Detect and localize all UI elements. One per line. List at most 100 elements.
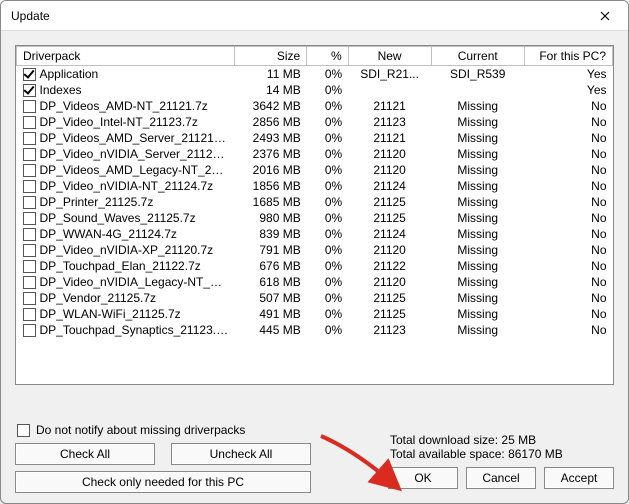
row-name: DP_Touchpad_Elan_21122.7z	[40, 259, 201, 273]
table-row[interactable]: DP_Video_nVIDIA_Legacy-NT_211...618 MB0%…	[17, 274, 613, 290]
row-checkbox[interactable]	[23, 260, 36, 273]
table-row[interactable]: DP_Touchpad_Synaptics_21123.7z445 MB0%21…	[17, 322, 613, 338]
row-current: SDI_R539	[431, 66, 524, 83]
row-checkbox[interactable]	[23, 132, 36, 145]
col-header-current[interactable]: Current	[431, 47, 524, 66]
info-text: Total download size: 25 MB Total availab…	[390, 433, 614, 461]
table-row[interactable]: Indexes14 MB0%Yes	[17, 82, 613, 98]
row-percent: 0%	[307, 322, 348, 338]
row-forpc: No	[524, 130, 612, 146]
row-size: 2493 MB	[234, 130, 307, 146]
row-checkbox[interactable]	[23, 148, 36, 161]
row-forpc: Yes	[524, 82, 612, 98]
row-size: 1856 MB	[234, 178, 307, 194]
row-name: DP_Printer_21125.7z	[40, 195, 154, 209]
row-current: Missing	[431, 274, 524, 290]
col-header-percent[interactable]: %	[307, 47, 348, 66]
row-checkbox[interactable]	[23, 308, 36, 321]
row-name: DP_WWAN-4G_21124.7z	[40, 227, 177, 241]
table-row[interactable]: DP_Video_nVIDIA_Server_21120.7z2376 MB0%…	[17, 146, 613, 162]
row-name: DP_Video_nVIDIA-NT_21124.7z	[40, 179, 214, 193]
update-dialog: Update Driverpack Size % New Current For…	[0, 0, 629, 504]
row-forpc: No	[524, 210, 612, 226]
row-forpc: No	[524, 322, 612, 338]
table-row[interactable]: Application11 MB0%SDI_R21...SDI_R539Yes	[17, 66, 613, 83]
row-checkbox[interactable]	[23, 116, 36, 129]
table-row[interactable]: DP_Videos_AMD-NT_21121.7z3642 MB0%21121M…	[17, 98, 613, 114]
row-new: 21124	[348, 226, 431, 242]
table-row[interactable]: DP_WWAN-4G_21124.7z839 MB0%21124MissingN…	[17, 226, 613, 242]
notify-checkbox[interactable]	[17, 424, 30, 437]
table-row[interactable]: DP_Vendor_21125.7z507 MB0%21125MissingNo	[17, 290, 613, 306]
row-new: 21123	[348, 322, 431, 338]
row-name: DP_Video_nVIDIA_Legacy-NT_211...	[40, 275, 235, 289]
col-header-forpc[interactable]: For this PC?	[524, 47, 612, 66]
row-forpc: No	[524, 162, 612, 178]
row-percent: 0%	[307, 98, 348, 114]
col-header-driverpack[interactable]: Driverpack	[17, 47, 235, 66]
row-forpc: No	[524, 114, 612, 130]
check-only-pc-button[interactable]: Check only needed for this PC	[15, 471, 311, 493]
row-current: Missing	[431, 306, 524, 322]
row-checkbox[interactable]	[23, 212, 36, 225]
uncheck-all-button[interactable]: Uncheck All	[171, 443, 311, 465]
col-header-new[interactable]: New	[348, 47, 431, 66]
table-row[interactable]: DP_WLAN-WiFi_21125.7z491 MB0%21125Missin…	[17, 306, 613, 322]
row-current: Missing	[431, 178, 524, 194]
row-checkbox[interactable]	[23, 180, 36, 193]
row-checkbox[interactable]	[23, 244, 36, 257]
close-button[interactable]	[582, 1, 628, 31]
row-size: 491 MB	[234, 306, 307, 322]
row-checkbox[interactable]	[23, 84, 36, 97]
row-checkbox[interactable]	[23, 276, 36, 289]
check-all-button[interactable]: Check All	[15, 443, 155, 465]
row-forpc: No	[524, 178, 612, 194]
row-checkbox[interactable]	[23, 228, 36, 241]
row-current: Missing	[431, 226, 524, 242]
row-name: DP_Sound_Waves_21125.7z	[40, 211, 196, 225]
table-row[interactable]: DP_Video_nVIDIA-XP_21120.7z791 MB0%21120…	[17, 242, 613, 258]
window-title: Update	[11, 9, 50, 23]
row-name: DP_Touchpad_Synaptics_21123.7z	[40, 323, 229, 337]
accept-button[interactable]: Accept	[544, 467, 614, 489]
row-percent: 0%	[307, 162, 348, 178]
table-row[interactable]: DP_Videos_AMD_Server_21121.7z2493 MB0%21…	[17, 130, 613, 146]
row-checkbox[interactable]	[23, 68, 36, 81]
row-forpc: Yes	[524, 66, 612, 83]
row-checkbox[interactable]	[23, 164, 36, 177]
row-name: Indexes	[40, 83, 82, 97]
row-percent: 0%	[307, 114, 348, 130]
table-row[interactable]: DP_Touchpad_Elan_21122.7z676 MB0%21122Mi…	[17, 258, 613, 274]
row-checkbox[interactable]	[23, 292, 36, 305]
row-name: DP_WLAN-WiFi_21125.7z	[40, 307, 181, 321]
cancel-button[interactable]: Cancel	[466, 467, 536, 489]
driverpack-table: Driverpack Size % New Current For this P…	[16, 46, 613, 338]
row-name: Application	[40, 67, 99, 81]
table-row[interactable]: DP_Sound_Waves_21125.7z980 MB0%21125Miss…	[17, 210, 613, 226]
row-new: 21125	[348, 290, 431, 306]
row-current: Missing	[431, 322, 524, 338]
col-header-size[interactable]: Size	[234, 47, 307, 66]
row-new: 21120	[348, 274, 431, 290]
download-size-label: Total download size: 25 MB	[390, 433, 614, 447]
row-size: 676 MB	[234, 258, 307, 274]
row-checkbox[interactable]	[23, 324, 36, 337]
table-row[interactable]: DP_Video_Intel-NT_21123.7z2856 MB0%21123…	[17, 114, 613, 130]
row-name: DP_Video_Intel-NT_21123.7z	[40, 115, 198, 129]
row-percent: 0%	[307, 82, 348, 98]
row-size: 1685 MB	[234, 194, 307, 210]
row-percent: 0%	[307, 290, 348, 306]
row-current	[431, 82, 524, 98]
table-row[interactable]: DP_Printer_21125.7z1685 MB0%21125Missing…	[17, 194, 613, 210]
ok-button[interactable]: OK	[388, 467, 458, 489]
driverpack-table-wrap[interactable]: Driverpack Size % New Current For this P…	[15, 45, 614, 385]
row-checkbox[interactable]	[23, 196, 36, 209]
row-forpc: No	[524, 290, 612, 306]
footer-area: Do not notify about missing driverpacks …	[15, 419, 614, 489]
row-checkbox[interactable]	[23, 100, 36, 113]
table-row[interactable]: DP_Video_nVIDIA-NT_21124.7z1856 MB0%2112…	[17, 178, 613, 194]
row-new: 21120	[348, 242, 431, 258]
table-row[interactable]: DP_Videos_AMD_Legacy-NT_211...2016 MB0%2…	[17, 162, 613, 178]
row-new: 21123	[348, 114, 431, 130]
row-percent: 0%	[307, 242, 348, 258]
